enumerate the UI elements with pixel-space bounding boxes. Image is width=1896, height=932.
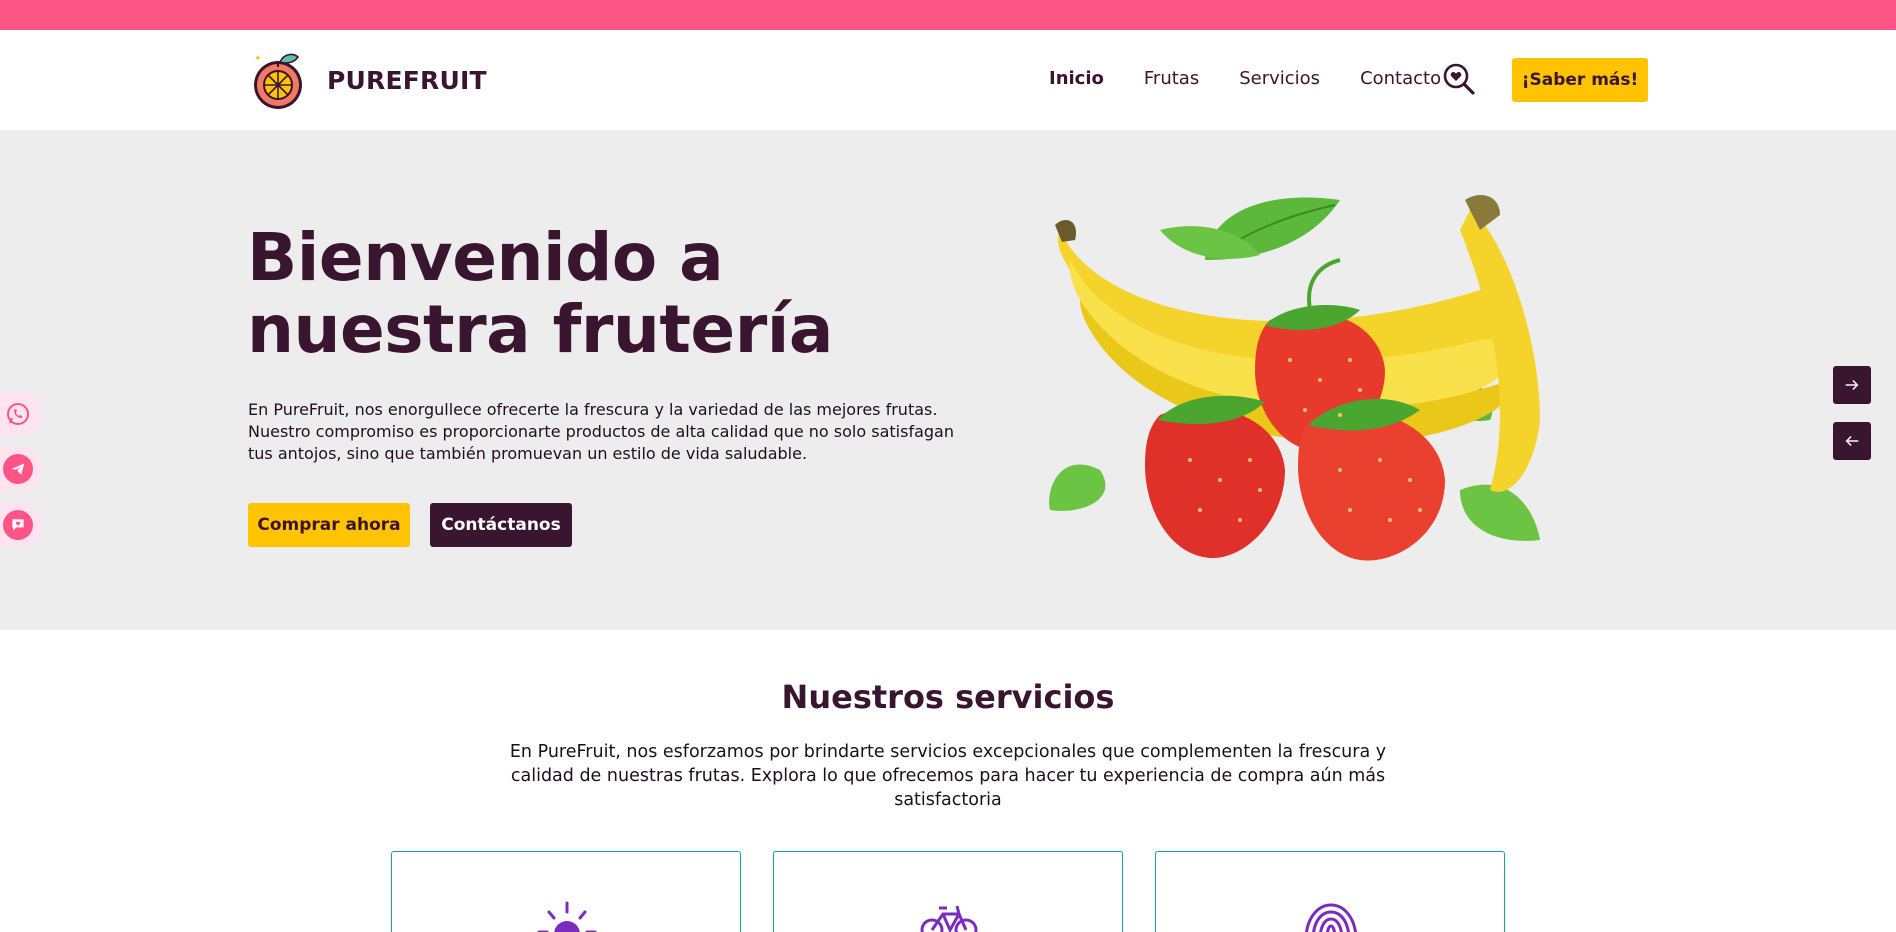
orange-logo-icon: ✦	[254, 53, 302, 109]
contactanos-button[interactable]: Contáctanos	[430, 503, 572, 547]
hero-title-line1: Bienvenido a	[247, 219, 724, 296]
site-header: ✦ PUREFRUIT Inicio Frutas Servicios Cont…	[0, 30, 1896, 130]
hero-description: En PureFruit, nos enorgullece ofrecerte …	[248, 400, 954, 463]
social-chat-button[interactable]	[0, 503, 42, 547]
svg-text:✦: ✦	[254, 54, 262, 64]
nav-item-contacto[interactable]: Contacto	[1360, 68, 1441, 89]
service-card[interactable]	[773, 851, 1123, 932]
arrow-right-icon	[1845, 379, 1859, 391]
social-telegram-button[interactable]	[0, 447, 42, 491]
search-heart-icon	[1443, 63, 1475, 95]
bicycle-icon	[920, 905, 978, 932]
arrow-left-icon	[1845, 435, 1859, 447]
slider-prev-button[interactable]	[1833, 422, 1871, 460]
brand-logo[interactable]: ✦ PUREFRUIT	[248, 50, 487, 110]
fingerprint-icon	[1305, 903, 1357, 932]
nav-item-frutas[interactable]: Frutas	[1144, 68, 1199, 89]
saber-mas-button[interactable]: ¡Saber más!	[1512, 58, 1648, 102]
social-whatsapp-button[interactable]	[0, 392, 42, 436]
top-accent-bar	[0, 0, 1896, 30]
slider-next-button[interactable]	[1833, 366, 1871, 404]
hero-title: Bienvenido a nuestra frutería	[247, 222, 887, 366]
whatsapp-icon	[7, 403, 29, 425]
nav-item-inicio[interactable]: Inicio	[1049, 68, 1104, 89]
service-card[interactable]	[391, 851, 741, 932]
services-description: En PureFruit, nos esforzamos por brindar…	[509, 742, 1387, 810]
search-button[interactable]	[1442, 62, 1476, 96]
hero-section: Bienvenido a nuestra frutería En PureFru…	[0, 130, 1896, 630]
bananas-strawberries-image	[1049, 195, 1540, 561]
main-nav: Inicio Frutas Servicios Contacto	[1049, 68, 1481, 89]
sun-icon	[537, 901, 597, 932]
comprar-ahora-button[interactable]: Comprar ahora	[248, 503, 410, 547]
brand-name: PUREFRUIT	[327, 65, 487, 95]
telegram-icon	[3, 454, 33, 484]
hero-title-line2: nuestra frutería	[247, 291, 833, 368]
chat-heart-icon	[3, 510, 33, 540]
nav-item-servicios[interactable]: Servicios	[1239, 68, 1320, 89]
services-title: Nuestros servicios	[781, 678, 1115, 716]
service-card[interactable]	[1155, 851, 1505, 932]
